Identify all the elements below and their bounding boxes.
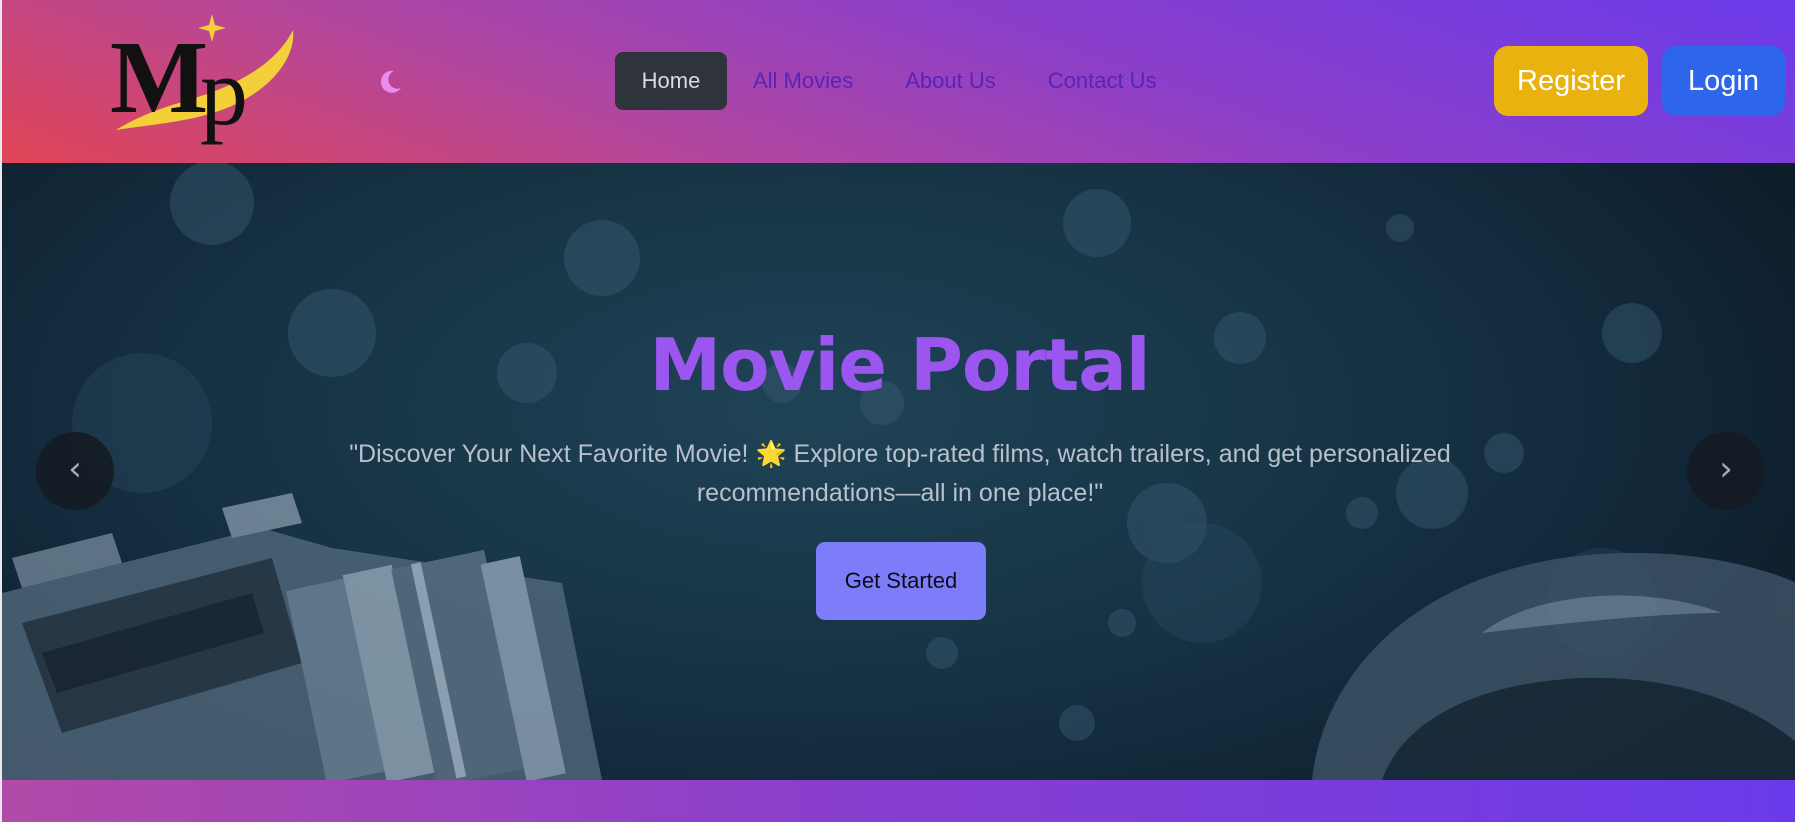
- nav-link-about-us[interactable]: About Us: [879, 52, 1022, 110]
- hero-subtitle-part2: Explore top-rated films, watch trailers,…: [696, 440, 1451, 507]
- moon-icon: [380, 70, 401, 93]
- get-started-button[interactable]: Get Started: [816, 542, 986, 620]
- navbar: M p Home All Movies About Us Contact Us …: [0, 0, 1795, 163]
- site-logo[interactable]: M p: [108, 12, 298, 146]
- svg-text:p: p: [200, 38, 248, 145]
- theme-toggle-button[interactable]: [374, 66, 406, 98]
- main-nav: Home All Movies About Us Contact Us: [615, 52, 1183, 110]
- glowing-star-icon: 🌟: [755, 440, 787, 468]
- hero-subtitle: "Discover Your Next Favorite Movie! 🌟 Ex…: [320, 435, 1480, 513]
- chevron-right-icon: ›: [1719, 449, 1733, 489]
- login-button[interactable]: Login: [1662, 46, 1785, 116]
- hero-subtitle-part1: "Discover Your Next Favorite Movie!: [349, 440, 749, 468]
- svg-text:M: M: [110, 20, 208, 135]
- hero-title: Movie Portal: [649, 323, 1150, 407]
- carousel-prev-button[interactable]: ‹: [36, 432, 114, 510]
- register-button[interactable]: Register: [1494, 46, 1648, 116]
- hero-content: Movie Portal "Discover Your Next Favorit…: [2, 163, 1795, 780]
- nav-link-all-movies[interactable]: All Movies: [727, 52, 879, 110]
- carousel-next-button[interactable]: ›: [1687, 432, 1765, 510]
- chevron-left-icon: ‹: [68, 449, 82, 489]
- nav-link-contact-us[interactable]: Contact Us: [1022, 52, 1183, 110]
- hero-carousel: Movie Portal "Discover Your Next Favorit…: [0, 163, 1795, 780]
- logo-mark-icon: M p: [110, 14, 294, 145]
- next-section-strip: [0, 780, 1795, 822]
- nav-link-home[interactable]: Home: [615, 52, 727, 110]
